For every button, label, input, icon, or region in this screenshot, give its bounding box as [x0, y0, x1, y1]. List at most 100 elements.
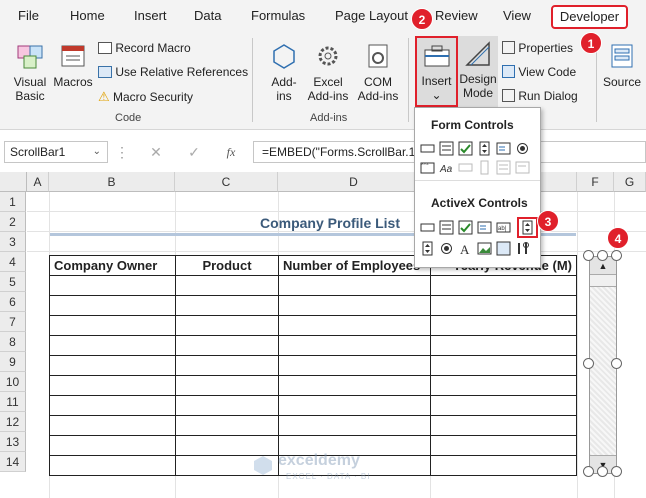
resize-handle[interactable] [583, 250, 594, 261]
properties-button[interactable]: Properties [502, 41, 573, 55]
column-header-g[interactable]: G [614, 172, 646, 192]
form-combo-disabled-icon[interactable] [515, 160, 530, 175]
table-cell[interactable] [49, 295, 176, 316]
scroll-thumb[interactable] [590, 275, 616, 287]
row-header[interactable]: 13 [0, 432, 26, 452]
activex-toggle-button-icon[interactable] [496, 241, 511, 256]
form-scroll-bar-vertical-icon[interactable] [477, 160, 492, 175]
table-cell[interactable] [430, 295, 577, 316]
table-cell[interactable] [430, 315, 577, 336]
visual-basic-button[interactable]: Visual Basic [6, 40, 54, 103]
table-cell[interactable] [278, 375, 431, 396]
tab-page-layout[interactable]: Page Layout [335, 8, 408, 23]
table-cell[interactable] [278, 335, 431, 356]
row-header[interactable]: 7 [0, 312, 26, 332]
excel-add-ins-button[interactable]: Excel Add-ins [304, 40, 352, 103]
tab-view[interactable]: View [503, 8, 531, 23]
tab-insert[interactable]: Insert [134, 8, 167, 23]
row-header[interactable]: 1 [0, 192, 26, 212]
com-add-ins-button[interactable]: COM Add-ins [354, 40, 402, 103]
table-cell[interactable] [175, 335, 279, 356]
table-cell[interactable] [175, 315, 279, 336]
form-scroll-bar-icon[interactable] [458, 160, 473, 175]
row-header[interactable]: 8 [0, 332, 26, 352]
activex-more-controls-icon[interactable] [515, 241, 530, 256]
table-cell[interactable] [278, 275, 431, 296]
tab-home[interactable]: Home [70, 8, 105, 23]
view-code-button[interactable]: View Code [502, 65, 576, 79]
insert-controls-button[interactable]: Insert ⌄ [415, 36, 458, 107]
resize-handle[interactable] [597, 466, 608, 477]
table-cell[interactable] [430, 275, 577, 296]
column-header-c[interactable]: C [175, 172, 278, 192]
activex-scroll-bar-button[interactable] [517, 217, 538, 238]
table-cell[interactable] [175, 375, 279, 396]
chevron-down-icon[interactable]: ⌄ [93, 142, 101, 162]
table-cell[interactable] [175, 415, 279, 436]
activex-text-box-icon[interactable]: ab| [496, 220, 511, 235]
table-cell[interactable] [278, 295, 431, 316]
run-dialog-button[interactable]: Run Dialog [502, 89, 578, 103]
table-cell[interactable] [49, 375, 176, 396]
table-cell[interactable] [278, 415, 431, 436]
table-cell[interactable] [278, 355, 431, 376]
form-spin-button-icon[interactable] [477, 141, 492, 156]
table-cell[interactable] [49, 435, 176, 456]
table-cell[interactable] [175, 275, 279, 296]
tab-data[interactable]: Data [194, 8, 221, 23]
tab-file[interactable]: File [18, 8, 39, 23]
table-cell[interactable] [430, 355, 577, 376]
use-relative-references-button[interactable]: Use Relative References [98, 65, 248, 79]
row-header[interactable]: 14 [0, 452, 26, 472]
row-header[interactable]: 10 [0, 372, 26, 392]
form-button-icon[interactable] [420, 141, 435, 156]
resize-handle[interactable] [597, 250, 608, 261]
table-cell[interactable] [430, 455, 577, 476]
table-cell[interactable] [49, 315, 176, 336]
row-header[interactable]: 2 [0, 212, 26, 232]
resize-handle[interactable] [583, 358, 594, 369]
column-header-f[interactable]: F [577, 172, 614, 192]
tab-review[interactable]: Review [435, 8, 478, 23]
form-combo-box-icon[interactable] [439, 141, 454, 156]
row-header[interactable]: 5 [0, 272, 26, 292]
table-cell[interactable] [430, 415, 577, 436]
activex-option-button-icon[interactable] [439, 241, 454, 256]
resize-handle[interactable] [611, 250, 622, 261]
form-checkbox-icon[interactable] [458, 141, 473, 156]
table-cell[interactable] [430, 395, 577, 416]
row-header[interactable]: 9 [0, 352, 26, 372]
tab-formulas[interactable]: Formulas [251, 8, 305, 23]
activex-command-button-icon[interactable] [420, 220, 435, 235]
row-header[interactable]: 11 [0, 392, 26, 412]
table-cell[interactable] [278, 315, 431, 336]
resize-handle[interactable] [611, 358, 622, 369]
table-cell[interactable] [430, 375, 577, 396]
resize-handle[interactable] [583, 466, 594, 477]
column-header-b[interactable]: B [49, 172, 175, 192]
enter-icon[interactable]: ✓ [184, 141, 204, 163]
add-ins-button[interactable]: Add- ins [264, 40, 304, 103]
table-cell[interactable] [278, 395, 431, 416]
table-cell[interactable] [430, 335, 577, 356]
activex-combo-box-icon[interactable] [439, 220, 454, 235]
activex-list-box-icon[interactable] [477, 220, 492, 235]
table-cell[interactable] [49, 355, 176, 376]
table-cell[interactable] [49, 275, 176, 296]
table-cell[interactable] [49, 415, 176, 436]
name-box[interactable]: ScrollBar1 ⌄ [4, 141, 108, 163]
table-cell[interactable] [175, 295, 279, 316]
cancel-icon[interactable]: ✕ [146, 141, 166, 163]
design-mode-button[interactable]: Design Mode [458, 36, 498, 107]
header-company-owner[interactable]: Company Owner [49, 255, 176, 276]
activex-image-icon[interactable] [477, 241, 492, 256]
table-cell[interactable] [49, 455, 176, 476]
activex-spin-button-icon[interactable] [420, 241, 435, 256]
row-header[interactable]: 4 [0, 252, 26, 272]
activex-checkbox-icon[interactable] [458, 220, 473, 235]
activex-label-icon[interactable]: A [458, 241, 473, 256]
row-header[interactable]: 12 [0, 412, 26, 432]
form-list-disabled-icon[interactable] [496, 160, 511, 175]
column-header-a[interactable]: A [27, 172, 49, 192]
form-option-button-icon[interactable] [515, 141, 530, 156]
